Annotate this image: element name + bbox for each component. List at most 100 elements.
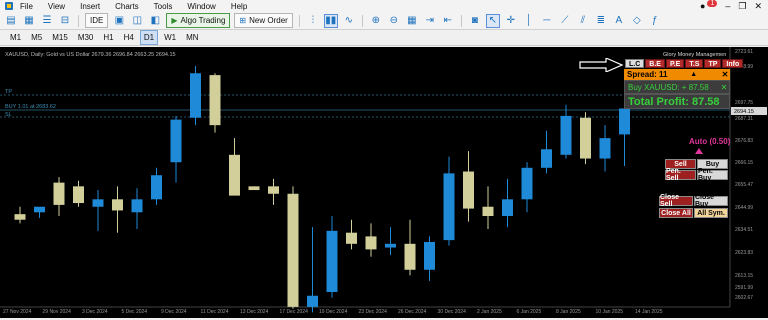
date-axis-label: 23 Dec 2024	[359, 309, 388, 315]
new-order-button[interactable]: ⊞ New Order	[234, 13, 293, 28]
candle-body	[463, 171, 474, 209]
price-axis-label: 2687.31	[735, 116, 753, 122]
tile-windows-icon[interactable]: ▦	[405, 14, 419, 28]
autoscroll-icon[interactable]: ⇥	[423, 14, 437, 28]
close-panel-icon[interactable]: ✕	[720, 70, 730, 79]
position-row: Buy XAUUSD: + 87.58 ✕	[624, 80, 730, 94]
menu-insert[interactable]: Insert	[80, 2, 100, 11]
tab-tp[interactable]: TP	[704, 59, 722, 68]
timeframe-h4[interactable]: H4	[120, 30, 138, 45]
price-axis-label: 2666.15	[735, 160, 753, 166]
ide-button[interactable]: IDE	[85, 13, 109, 28]
close-buy-button[interactable]: Close Buy	[694, 194, 728, 208]
pending-sell-button[interactable]: Pen. Sell	[665, 168, 696, 182]
app-logo-icon	[4, 1, 14, 11]
restore-icon[interactable]: ❐	[738, 1, 746, 12]
menu-charts[interactable]: Charts	[115, 2, 139, 11]
date-axis-label: 17 Dec 2024	[280, 309, 309, 315]
candlestick-chart-icon[interactable]: ▮▮	[323, 13, 338, 28]
new-order-label: New Order	[249, 16, 288, 25]
date-axis-label: 6 Jan 2025	[517, 309, 542, 315]
zoom-in-icon[interactable]: ⊕	[369, 14, 383, 28]
tab-ts[interactable]: T.S	[685, 59, 704, 68]
menu-file[interactable]: File	[20, 2, 33, 11]
shapes-icon[interactable]: ◇	[630, 14, 644, 28]
panel-tabs: L.C B.E P.E T.S TP Info	[625, 59, 744, 68]
candle-body	[34, 206, 45, 213]
collapse-arrow-icon[interactable]: ▲	[690, 71, 697, 78]
ea-name: Glory Money Managemen	[663, 52, 726, 58]
price-axis-label: 2644.99	[735, 205, 753, 211]
candle-body	[92, 199, 104, 207]
candle-body	[73, 186, 84, 204]
menu-view[interactable]: View	[48, 2, 65, 11]
close-all-button[interactable]: Close All	[659, 208, 693, 218]
candle-body	[521, 167, 533, 200]
navigator-icon[interactable]: ⊟	[58, 14, 72, 28]
candle-body	[53, 182, 65, 205]
spread-label: Spread: 11	[627, 70, 668, 79]
current-price-tag-text: 2694.15	[734, 109, 754, 115]
new-chart-icon[interactable]: ▤	[4, 14, 18, 28]
cursor-icon[interactable]: ↖	[485, 13, 500, 28]
date-axis-label: 3 Dec 2024	[82, 309, 108, 315]
trendline-icon[interactable]: ⟋	[558, 14, 572, 28]
timeframe-d1[interactable]: D1	[139, 30, 159, 45]
algo-trading-label: Algo Trading	[180, 16, 226, 25]
data-window-icon[interactable]: ◧	[148, 14, 162, 28]
close-position-icon[interactable]: ✕	[719, 83, 729, 92]
date-axis-label: 5 Dec 2024	[122, 309, 148, 315]
screenshot-icon[interactable]: ◙	[468, 14, 482, 28]
menu-help[interactable]: Help	[231, 2, 247, 11]
total-profit: Total Profit: 87.58	[624, 94, 730, 109]
zoom-out-icon[interactable]: ⊖	[387, 14, 401, 28]
pending-buy-button[interactable]: Pen. Buy	[697, 168, 728, 182]
toolbar-divider	[298, 14, 300, 27]
tab-pe[interactable]: P.E	[665, 59, 685, 68]
indicators-icon[interactable]: ƒ	[648, 14, 662, 28]
timeframe-m15[interactable]: M15	[48, 30, 72, 45]
bar-chart-icon[interactable]: ⫶	[306, 14, 320, 28]
menu-tools[interactable]: Tools	[154, 2, 173, 11]
profiles-icon[interactable]: ▦	[22, 14, 36, 28]
timeframe-m5[interactable]: M5	[27, 30, 46, 45]
vertical-line-icon[interactable]: │	[522, 14, 536, 28]
window-controls: ● 1 – ❐ ✕	[700, 0, 768, 12]
auto-lot-label[interactable]: Auto (0.50)	[689, 137, 730, 146]
notification-count: 1	[707, 0, 718, 7]
tab-info[interactable]: Info	[722, 59, 744, 68]
market-watch-icon[interactable]: ☰	[40, 14, 54, 28]
buy-line-label: BUY 1.01 at 2683.62	[5, 104, 56, 110]
menu-window[interactable]: Window	[187, 2, 215, 11]
notifications-icon[interactable]: ●	[700, 1, 705, 11]
menu-bar: File View Insert Charts Tools Window Hel…	[0, 0, 768, 12]
terminal-icon[interactable]: ▣	[112, 14, 126, 28]
timeframe-h1[interactable]: H1	[99, 30, 117, 45]
algo-trading-button[interactable]: ▶ Algo Trading	[166, 13, 231, 28]
line-chart-icon[interactable]: ∿	[342, 14, 356, 28]
timeframe-m30[interactable]: M30	[74, 30, 98, 45]
close-window-icon[interactable]: ✕	[754, 1, 762, 12]
all-symbols-button[interactable]: All Sym.	[694, 208, 728, 218]
minimize-icon[interactable]: –	[725, 1, 730, 11]
candle-body	[190, 73, 201, 118]
close-sell-button[interactable]: Close Sell	[659, 194, 693, 208]
candle-body	[14, 214, 26, 220]
candle-body	[307, 295, 318, 307]
chart-shift-icon[interactable]: ⇤	[441, 14, 455, 28]
timeframe-w1[interactable]: W1	[160, 30, 180, 45]
text-tool-icon[interactable]: A	[612, 14, 626, 28]
tester-icon[interactable]: ◫	[130, 14, 144, 28]
horizontal-line-icon[interactable]: ─	[540, 14, 554, 28]
candle-body	[112, 199, 123, 211]
tab-lc[interactable]: L.C	[625, 59, 645, 68]
crosshair-icon[interactable]: ✛	[504, 14, 518, 28]
timeframe-m1[interactable]: M1	[6, 30, 25, 45]
tab-be[interactable]: B.E	[645, 59, 665, 68]
price-axis-label: 2723.61	[735, 49, 753, 55]
date-axis-label: 13 Dec 2024	[240, 309, 269, 315]
date-axis-label: 2 Jan 2025	[477, 309, 502, 315]
channel-icon[interactable]: ⫽	[576, 14, 590, 28]
fibonacci-icon[interactable]: ≣	[594, 14, 608, 28]
timeframe-mn[interactable]: MN	[182, 30, 202, 45]
